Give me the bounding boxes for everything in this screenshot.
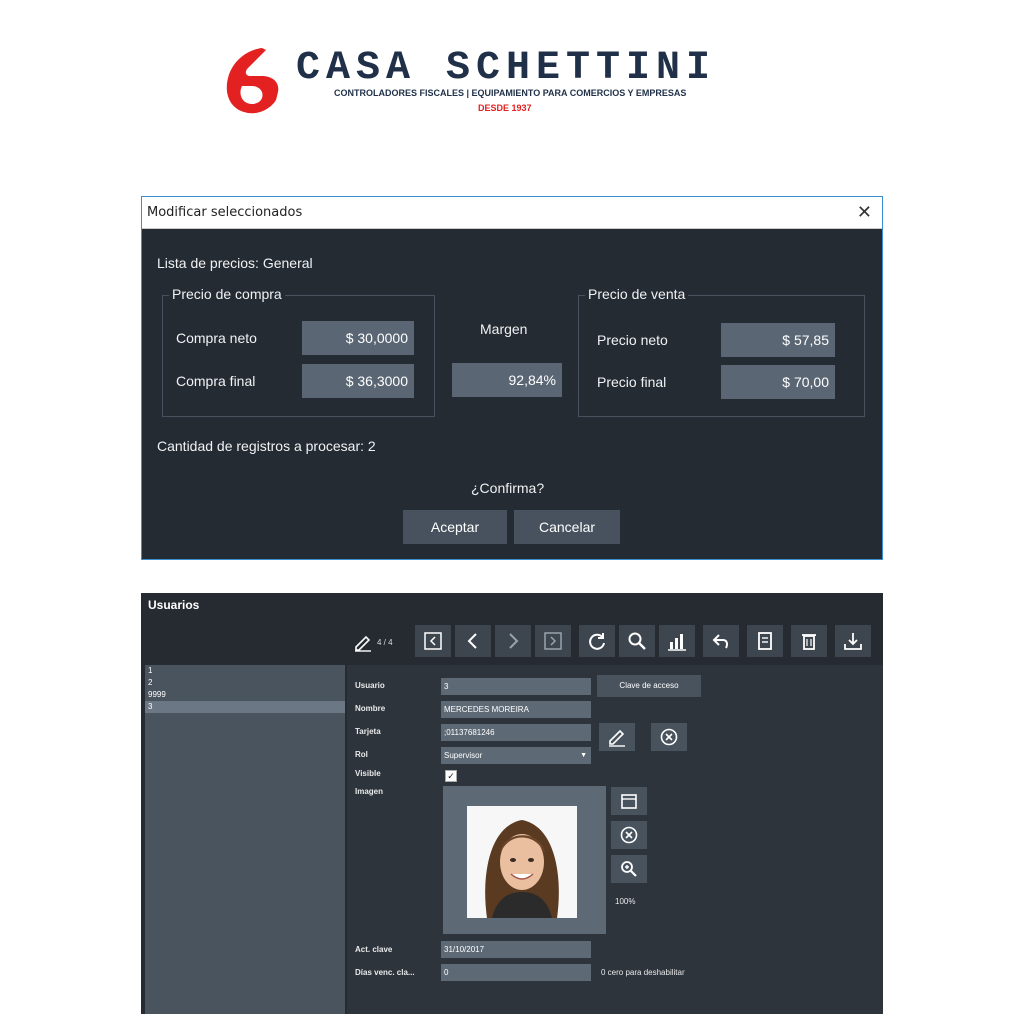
record-counter: 4 / 4 bbox=[377, 637, 393, 647]
access-key-button[interactable]: Clave de acceso bbox=[597, 675, 701, 697]
sale-final-field[interactable]: $ 70,00 bbox=[721, 365, 835, 399]
undo-button[interactable] bbox=[703, 625, 739, 657]
close-icon[interactable]: ✕ bbox=[857, 202, 872, 223]
logo-subtitle: CONTROLADORES FISCALES | EQUIPAMIENTO PA… bbox=[334, 88, 687, 98]
next-icon bbox=[509, 633, 519, 649]
sale-price-group: Precio de venta Precio neto $ 57,85 Prec… bbox=[578, 286, 865, 417]
pencil-icon bbox=[609, 729, 625, 747]
purchase-price-legend: Precio de compra bbox=[169, 286, 285, 302]
cancel-button[interactable]: Cancelar bbox=[514, 510, 620, 544]
sale-price-legend: Precio de venta bbox=[585, 286, 689, 302]
edit-card-button[interactable] bbox=[599, 723, 635, 751]
logo-title: CASA SCHETTINI bbox=[296, 46, 717, 91]
users-list[interactable]: 1 2 9999 3 bbox=[145, 665, 345, 1014]
user-photo bbox=[467, 806, 577, 918]
download-button[interactable] bbox=[835, 625, 871, 657]
nombre-input[interactable]: MERCEDES MOREIRA bbox=[441, 701, 591, 718]
margin-field[interactable]: 92,84% bbox=[452, 363, 562, 397]
close-circle-icon bbox=[620, 826, 638, 844]
confirm-question: ¿Confirma? bbox=[471, 480, 545, 496]
list-item[interactable]: 2 bbox=[145, 677, 345, 689]
previous-button[interactable] bbox=[455, 625, 491, 657]
purchase-net-label: Compra neto bbox=[176, 330, 257, 346]
purchase-final-label: Compra final bbox=[176, 373, 256, 389]
modify-selected-dialog: Modificar seleccionados ✕ Lista de preci… bbox=[141, 196, 883, 560]
chart-button[interactable] bbox=[659, 625, 695, 657]
dialog-title: Modificar seleccionados bbox=[147, 205, 303, 220]
users-window-title: Usuarios bbox=[148, 598, 200, 612]
user-image-frame bbox=[443, 786, 606, 934]
close-circle-icon bbox=[660, 728, 678, 746]
user-form: Usuario 3 Clave de acceso Nombre MERCEDE… bbox=[347, 665, 883, 1014]
imagen-label: Imagen bbox=[355, 787, 384, 796]
open-image-button[interactable] bbox=[611, 787, 647, 815]
purchase-net-field[interactable]: $ 30,0000 bbox=[302, 321, 414, 355]
rol-selected-value: Supervisor bbox=[444, 751, 483, 760]
records-count-label: Cantidad de registros a procesar: 2 bbox=[157, 438, 376, 454]
refresh-icon bbox=[589, 633, 605, 650]
company-logo: CASA SCHETTINI CONTROLADORES FISCALES | … bbox=[222, 44, 792, 120]
zoom-level: 100% bbox=[615, 897, 636, 906]
visible-label: Visible bbox=[355, 769, 381, 778]
search-button[interactable] bbox=[619, 625, 655, 657]
visible-checkbox[interactable]: ✓ bbox=[445, 770, 457, 782]
sale-final-label: Precio final bbox=[597, 374, 667, 390]
delete-button[interactable] bbox=[791, 625, 827, 657]
pencil-icon bbox=[355, 635, 371, 652]
schettini-s-logo-icon bbox=[226, 48, 279, 114]
dialog-titlebar: Modificar seleccionados ✕ bbox=[142, 197, 882, 229]
dias-venc-label: Días venc. cla... bbox=[355, 968, 415, 977]
rol-label: Rol bbox=[355, 750, 368, 759]
tarjeta-input[interactable]: ;01137681246 bbox=[441, 724, 591, 741]
first-record-icon bbox=[424, 632, 442, 650]
list-item-selected[interactable]: 3 bbox=[145, 701, 345, 713]
calendar-icon bbox=[621, 794, 637, 809]
tarjeta-label: Tarjeta bbox=[355, 727, 381, 736]
download-icon bbox=[844, 633, 862, 650]
zoom-image-button[interactable] bbox=[611, 855, 647, 883]
last-record-icon bbox=[544, 632, 562, 650]
clear-card-button[interactable] bbox=[651, 723, 687, 751]
undo-icon bbox=[712, 634, 728, 649]
act-clave-label: Act. clave bbox=[355, 945, 393, 954]
edit-indicator: 4 / 4 bbox=[353, 627, 423, 657]
chevron-down-icon: ▼ bbox=[580, 752, 587, 759]
remove-image-button[interactable] bbox=[611, 821, 647, 849]
search-icon bbox=[628, 632, 646, 650]
users-window: Usuarios 4 / 4 1 2 9999 3 Usuario 3 Clav… bbox=[141, 593, 883, 1014]
last-record-button[interactable] bbox=[535, 625, 571, 657]
dias-venc-input[interactable]: 0 bbox=[441, 964, 591, 981]
purchase-price-group: Precio de compra Compra neto $ 30,0000 C… bbox=[162, 286, 435, 417]
sale-net-field[interactable]: $ 57,85 bbox=[721, 323, 835, 357]
dialog-body: Lista de precios: General Precio de comp… bbox=[142, 229, 882, 559]
user-portrait-icon bbox=[467, 806, 577, 918]
next-button[interactable] bbox=[495, 625, 531, 657]
margin-label: Margen bbox=[480, 321, 528, 337]
dias-venc-hint: 0 cero para deshabilitar bbox=[601, 968, 685, 977]
previous-icon bbox=[467, 633, 477, 649]
chart-icon bbox=[668, 634, 686, 651]
nombre-label: Nombre bbox=[355, 704, 386, 713]
copy-document-button[interactable] bbox=[747, 625, 783, 657]
act-clave-input[interactable]: 31/10/2017 bbox=[441, 941, 591, 958]
zoom-in-icon bbox=[621, 861, 637, 877]
refresh-button[interactable] bbox=[579, 625, 615, 657]
list-item[interactable]: 9999 bbox=[145, 689, 345, 701]
usuario-label: Usuario bbox=[355, 681, 385, 690]
logo-since: DESDE 1937 bbox=[478, 103, 532, 113]
price-list-label: Lista de precios: General bbox=[157, 255, 313, 271]
copy-document-icon bbox=[758, 632, 772, 650]
first-record-button[interactable] bbox=[415, 625, 451, 657]
list-item[interactable]: 1 bbox=[145, 665, 345, 677]
sale-net-label: Precio neto bbox=[597, 332, 668, 348]
purchase-final-field[interactable]: $ 36,3000 bbox=[302, 364, 414, 398]
usuario-input[interactable]: 3 bbox=[441, 678, 591, 695]
trash-icon bbox=[802, 634, 816, 650]
accept-button[interactable]: Aceptar bbox=[403, 510, 507, 544]
rol-select[interactable]: Supervisor ▼ bbox=[441, 747, 591, 764]
